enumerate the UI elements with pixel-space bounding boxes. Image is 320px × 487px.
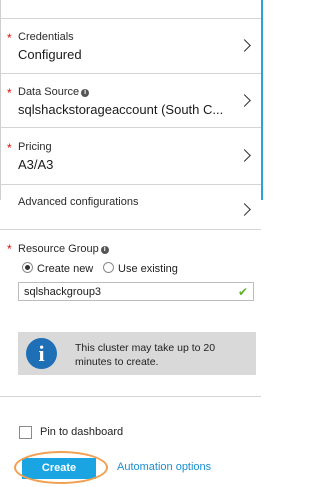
- hdinsight-blade: * Credentials Configured * Data Source i …: [0, 0, 263, 487]
- radio-use-existing[interactable]: Use existing: [103, 262, 178, 275]
- data-source-value: sqlshackstorageaccount (South C...: [18, 102, 224, 117]
- advanced-configurations-row[interactable]: Advanced configurations: [0, 185, 261, 230]
- chevron-right-icon: [238, 94, 251, 107]
- info-circle-icon: i: [26, 338, 57, 369]
- required-marker: *: [7, 141, 12, 155]
- top-divider: [0, 0, 261, 19]
- pricing-label: Pricing: [18, 141, 52, 153]
- resource-group-label: Resource Group: [18, 243, 99, 255]
- info-message-box: i This cluster may take up to 20 minutes…: [18, 332, 256, 375]
- data-source-label: Data Source: [18, 86, 80, 98]
- radio-create-new[interactable]: Create new: [22, 262, 93, 275]
- credentials-label: Credentials: [18, 31, 74, 43]
- info-message-text: This cluster may take up to 20 minutes t…: [75, 342, 216, 368]
- radio-use-existing-label: Use existing: [118, 263, 178, 275]
- resource-group-input-value: sqlshackgroup3: [24, 286, 102, 298]
- data-source-row[interactable]: * Data Source i sqlshackstorageaccount (S…: [0, 74, 261, 128]
- chevron-right-icon: [238, 203, 251, 216]
- info-icon: i: [100, 246, 109, 254]
- chevron-right-icon: [238, 149, 251, 162]
- radio-selected-icon: [22, 262, 33, 273]
- pin-to-dashboard-checkbox[interactable]: [19, 426, 32, 439]
- blade-selection-border: [261, 0, 263, 200]
- credentials-row[interactable]: * Credentials Configured: [0, 19, 261, 74]
- resource-group-label-wrap: Resource Group i: [18, 243, 109, 255]
- pricing-value: A3/A3: [18, 157, 54, 172]
- pricing-row[interactable]: * Pricing A3/A3: [0, 128, 261, 185]
- chevron-right-icon: [238, 39, 251, 52]
- resource-group-input[interactable]: sqlshackgroup3 ✔: [18, 282, 254, 301]
- checkmark-icon: ✔: [237, 285, 248, 299]
- required-marker: *: [7, 242, 12, 256]
- radio-create-new-label: Create new: [37, 263, 94, 275]
- advanced-configurations-label: Advanced configurations: [18, 196, 139, 208]
- radio-unselected-icon: [103, 262, 114, 273]
- pin-to-dashboard-label[interactable]: Pin to dashboard: [40, 426, 123, 438]
- required-marker: *: [7, 31, 12, 45]
- create-button[interactable]: Create: [22, 458, 96, 479]
- credentials-value: Configured: [18, 47, 82, 62]
- info-icon: i: [81, 89, 90, 97]
- required-marker: *: [7, 86, 12, 100]
- footer-divider: [0, 396, 261, 397]
- automation-options-link[interactable]: Automation options: [117, 461, 211, 473]
